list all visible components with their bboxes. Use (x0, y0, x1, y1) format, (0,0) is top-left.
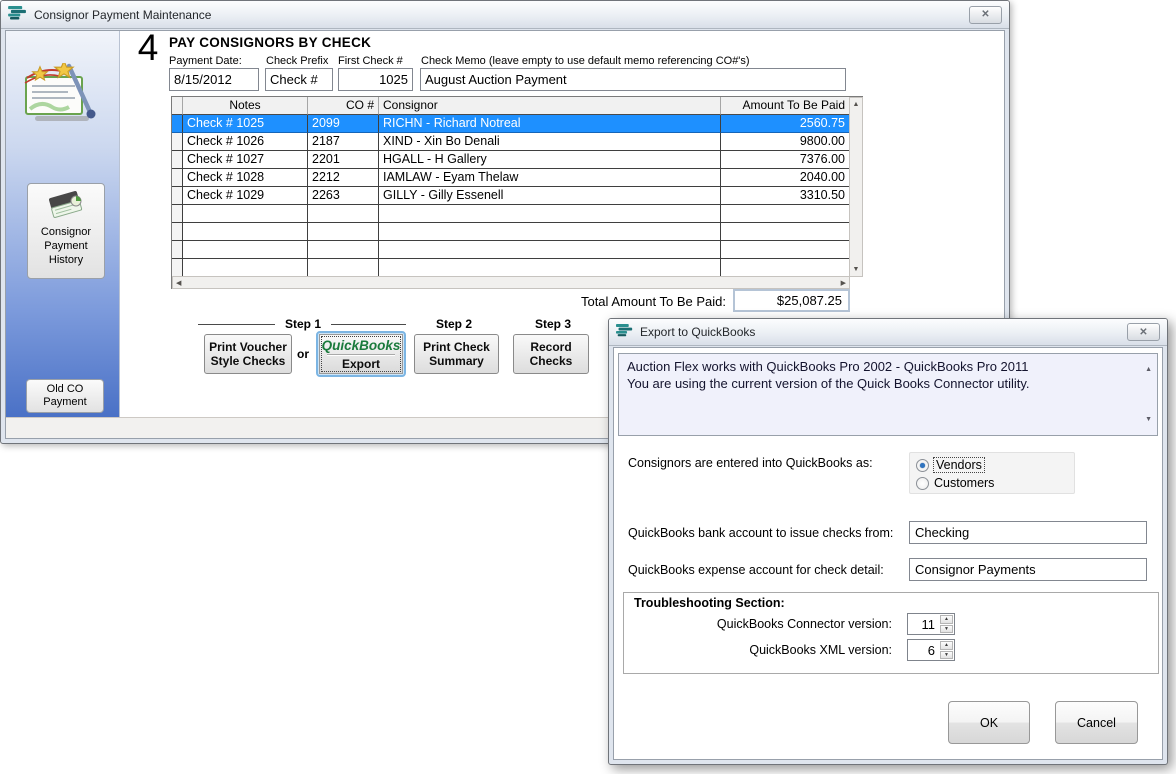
screen: Consignor Payment Maintenance ✕ (0, 0, 1176, 774)
table-row[interactable]: Check # 1026 2187 XIND - Xin Bo Denali 9… (172, 133, 863, 151)
dialog-client-area: Auction Flex works with QuickBooks Pro 2… (613, 347, 1163, 760)
spin-down-icon[interactable]: ▼ (940, 651, 953, 660)
radio-vendors[interactable] (916, 459, 929, 472)
connector-version-value: 11 (908, 614, 939, 634)
col-header-consignor: Consignor (379, 97, 721, 115)
cancel-button[interactable]: Cancel (1055, 701, 1138, 744)
close-icon[interactable]: ✕ (969, 6, 1002, 24)
step1-line-right (331, 324, 406, 325)
dialog-title: Export to QuickBooks (640, 325, 755, 339)
info-line-2: You are using the current version of the… (627, 375, 1133, 392)
quickbooks-export-button[interactable]: QuickBooks Export (319, 334, 403, 374)
step3-label: Step 3 (523, 317, 583, 331)
quickbooks-logo: QuickBooks (322, 338, 401, 353)
step-number: 4 (127, 30, 169, 69)
table-row-empty (172, 259, 863, 277)
table-row[interactable]: Check # 1029 2263 GILLY - Gilly Essenell… (172, 187, 863, 205)
step1-label: Step 1 (278, 317, 328, 331)
quickbooks-export-button-focus: QuickBooks Export (316, 331, 406, 377)
oldco-button-label-1: Old CO (47, 383, 84, 396)
check-memo-input[interactable] (420, 68, 846, 91)
history-button-label-1: Consignor (28, 225, 104, 239)
quickbooks-info-text[interactable]: Auction Flex works with QuickBooks Pro 2… (618, 353, 1158, 436)
troubleshooting-title: Troubleshooting Section: (634, 596, 785, 610)
consignor-type-label: Consignors are entered into QuickBooks a… (628, 456, 873, 470)
col-header-co: CO # (308, 97, 379, 115)
troubleshooting-section: Troubleshooting Section: QuickBooks Conn… (623, 592, 1159, 674)
first-check-label: First Check # (338, 55, 403, 67)
first-check-input[interactable] (338, 68, 413, 91)
col-header-notes: Notes (183, 97, 308, 115)
scroll-right-icon[interactable]: ▶ (841, 279, 846, 287)
table-row[interactable]: Check # 1028 2212 IAMLAW - Eyam Thelaw 2… (172, 169, 863, 187)
scroll-down-icon[interactable]: ▼ (1145, 411, 1152, 428)
consignor-type-radio-group: Vendors Customers (909, 452, 1075, 494)
grid-horizontal-scrollbar[interactable]: ◀ ▶ (172, 276, 850, 289)
ok-button[interactable]: OK (948, 701, 1030, 744)
radio-customers-label[interactable]: Customers (934, 476, 994, 490)
radio-vendors-label[interactable]: Vendors (934, 458, 984, 472)
step1-line-left (198, 324, 275, 325)
bank-account-label: QuickBooks bank account to issue checks … (628, 526, 893, 540)
col-header-amount: Amount To Be Paid (721, 97, 850, 115)
spin-up-icon[interactable]: ▲ (940, 641, 953, 650)
radio-row-vendors[interactable]: Vendors (916, 456, 1068, 474)
check-prefix-input[interactable] (265, 68, 333, 91)
scroll-up-icon[interactable]: ▲ (853, 101, 860, 108)
app-icon (8, 5, 27, 25)
main-titlebar[interactable]: Consignor Payment Maintenance ✕ (1, 1, 1009, 29)
radio-row-customers[interactable]: Customers (916, 474, 1068, 492)
total-value: $25,087.25 (733, 289, 850, 312)
button-divider (327, 354, 396, 355)
total-label: Total Amount To Be Paid: (426, 294, 726, 309)
table-row[interactable]: Check # 1027 2201 HGALL - H Gallery 7376… (172, 151, 863, 169)
sidebar: Consignor Payment History Old CO Payment (6, 31, 120, 417)
grid-vertical-scrollbar[interactable]: ▲ ▼ (849, 97, 863, 277)
history-button-label-2: Payment (28, 239, 104, 253)
or-label: or (297, 347, 309, 361)
consignor-payment-history-button[interactable]: Consignor Payment History (27, 183, 105, 279)
info-line-1: Auction Flex works with QuickBooks Pro 2… (627, 358, 1133, 375)
dialog-titlebar[interactable]: Export to QuickBooks ✕ (609, 319, 1167, 346)
table-row-empty (172, 205, 863, 223)
magic-check-icon (23, 63, 99, 130)
scroll-left-icon[interactable]: ◀ (176, 279, 181, 287)
expense-account-label: QuickBooks expense account for check det… (628, 563, 884, 577)
oldco-button-label-2: Payment (43, 396, 86, 409)
table-row-empty (172, 241, 863, 259)
record-checks-button[interactable]: Record Checks (513, 334, 589, 374)
bank-account-input[interactable] (909, 521, 1147, 544)
check-memo-label: Check Memo (leave empty to use default m… (421, 55, 750, 67)
table-row[interactable]: Check # 1025 2099 RICHN - Richard Notrea… (172, 115, 863, 133)
xml-version-label: QuickBooks XML version: (652, 643, 892, 657)
consignor-grid: Notes CO # Consignor Amount To Be Paid C… (171, 96, 863, 289)
spin-down-icon[interactable]: ▼ (940, 625, 953, 634)
print-voucher-button[interactable]: Print Voucher Style Checks (204, 334, 292, 374)
xml-version-stepper[interactable]: 6 ▲ ▼ (907, 639, 955, 661)
grid-header-row: Notes CO # Consignor Amount To Be Paid (172, 97, 863, 115)
step2-label: Step 2 (424, 317, 484, 331)
checkbook-icon (47, 212, 85, 224)
app-icon (616, 323, 633, 342)
xml-version-value: 6 (908, 640, 939, 660)
scroll-down-icon[interactable]: ▼ (853, 266, 860, 273)
old-co-payment-button[interactable]: Old CO Payment (26, 379, 104, 413)
connector-version-stepper[interactable]: 11 ▲ ▼ (907, 613, 955, 635)
expense-account-input[interactable] (909, 558, 1147, 581)
connector-version-label: QuickBooks Connector version: (652, 617, 892, 631)
grid-indicator-header (172, 97, 183, 115)
payment-date-input[interactable] (169, 68, 259, 91)
close-icon[interactable]: ✕ (1127, 323, 1160, 341)
window-title: Consignor Payment Maintenance (34, 8, 211, 22)
scroll-up-icon[interactable]: ▲ (1145, 361, 1152, 378)
spin-up-icon[interactable]: ▲ (940, 615, 953, 624)
payment-date-label: Payment Date: (169, 55, 242, 67)
radio-customers[interactable] (916, 477, 929, 490)
page-title: PAY CONSIGNORS BY CHECK (169, 35, 371, 50)
print-check-summary-button[interactable]: Print Check Summary (414, 334, 499, 374)
export-to-quickbooks-dialog: Export to QuickBooks ✕ Auction Flex work… (608, 318, 1168, 765)
history-button-label-3: History (28, 253, 104, 267)
check-prefix-label: Check Prefix (266, 55, 328, 67)
table-row-empty (172, 223, 863, 241)
